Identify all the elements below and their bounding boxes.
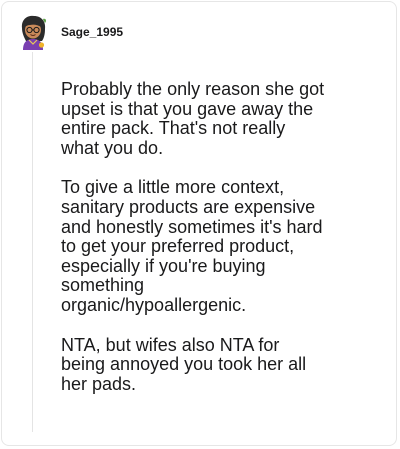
comment-paragraph: Probably the only reason she got upset i… bbox=[61, 79, 325, 158]
user-avatar-icon[interactable] bbox=[17, 14, 49, 50]
comment-author[interactable]: Sage_1995 bbox=[61, 24, 123, 40]
comment-body: Probably the only reason she got upset i… bbox=[61, 79, 379, 414]
comment-paragraph: NTA, but wifes also NTA for being annoye… bbox=[61, 334, 307, 394]
thread-line[interactable] bbox=[32, 52, 33, 432]
comment-paragraph: To give a little more context, sanitary … bbox=[61, 177, 323, 315]
